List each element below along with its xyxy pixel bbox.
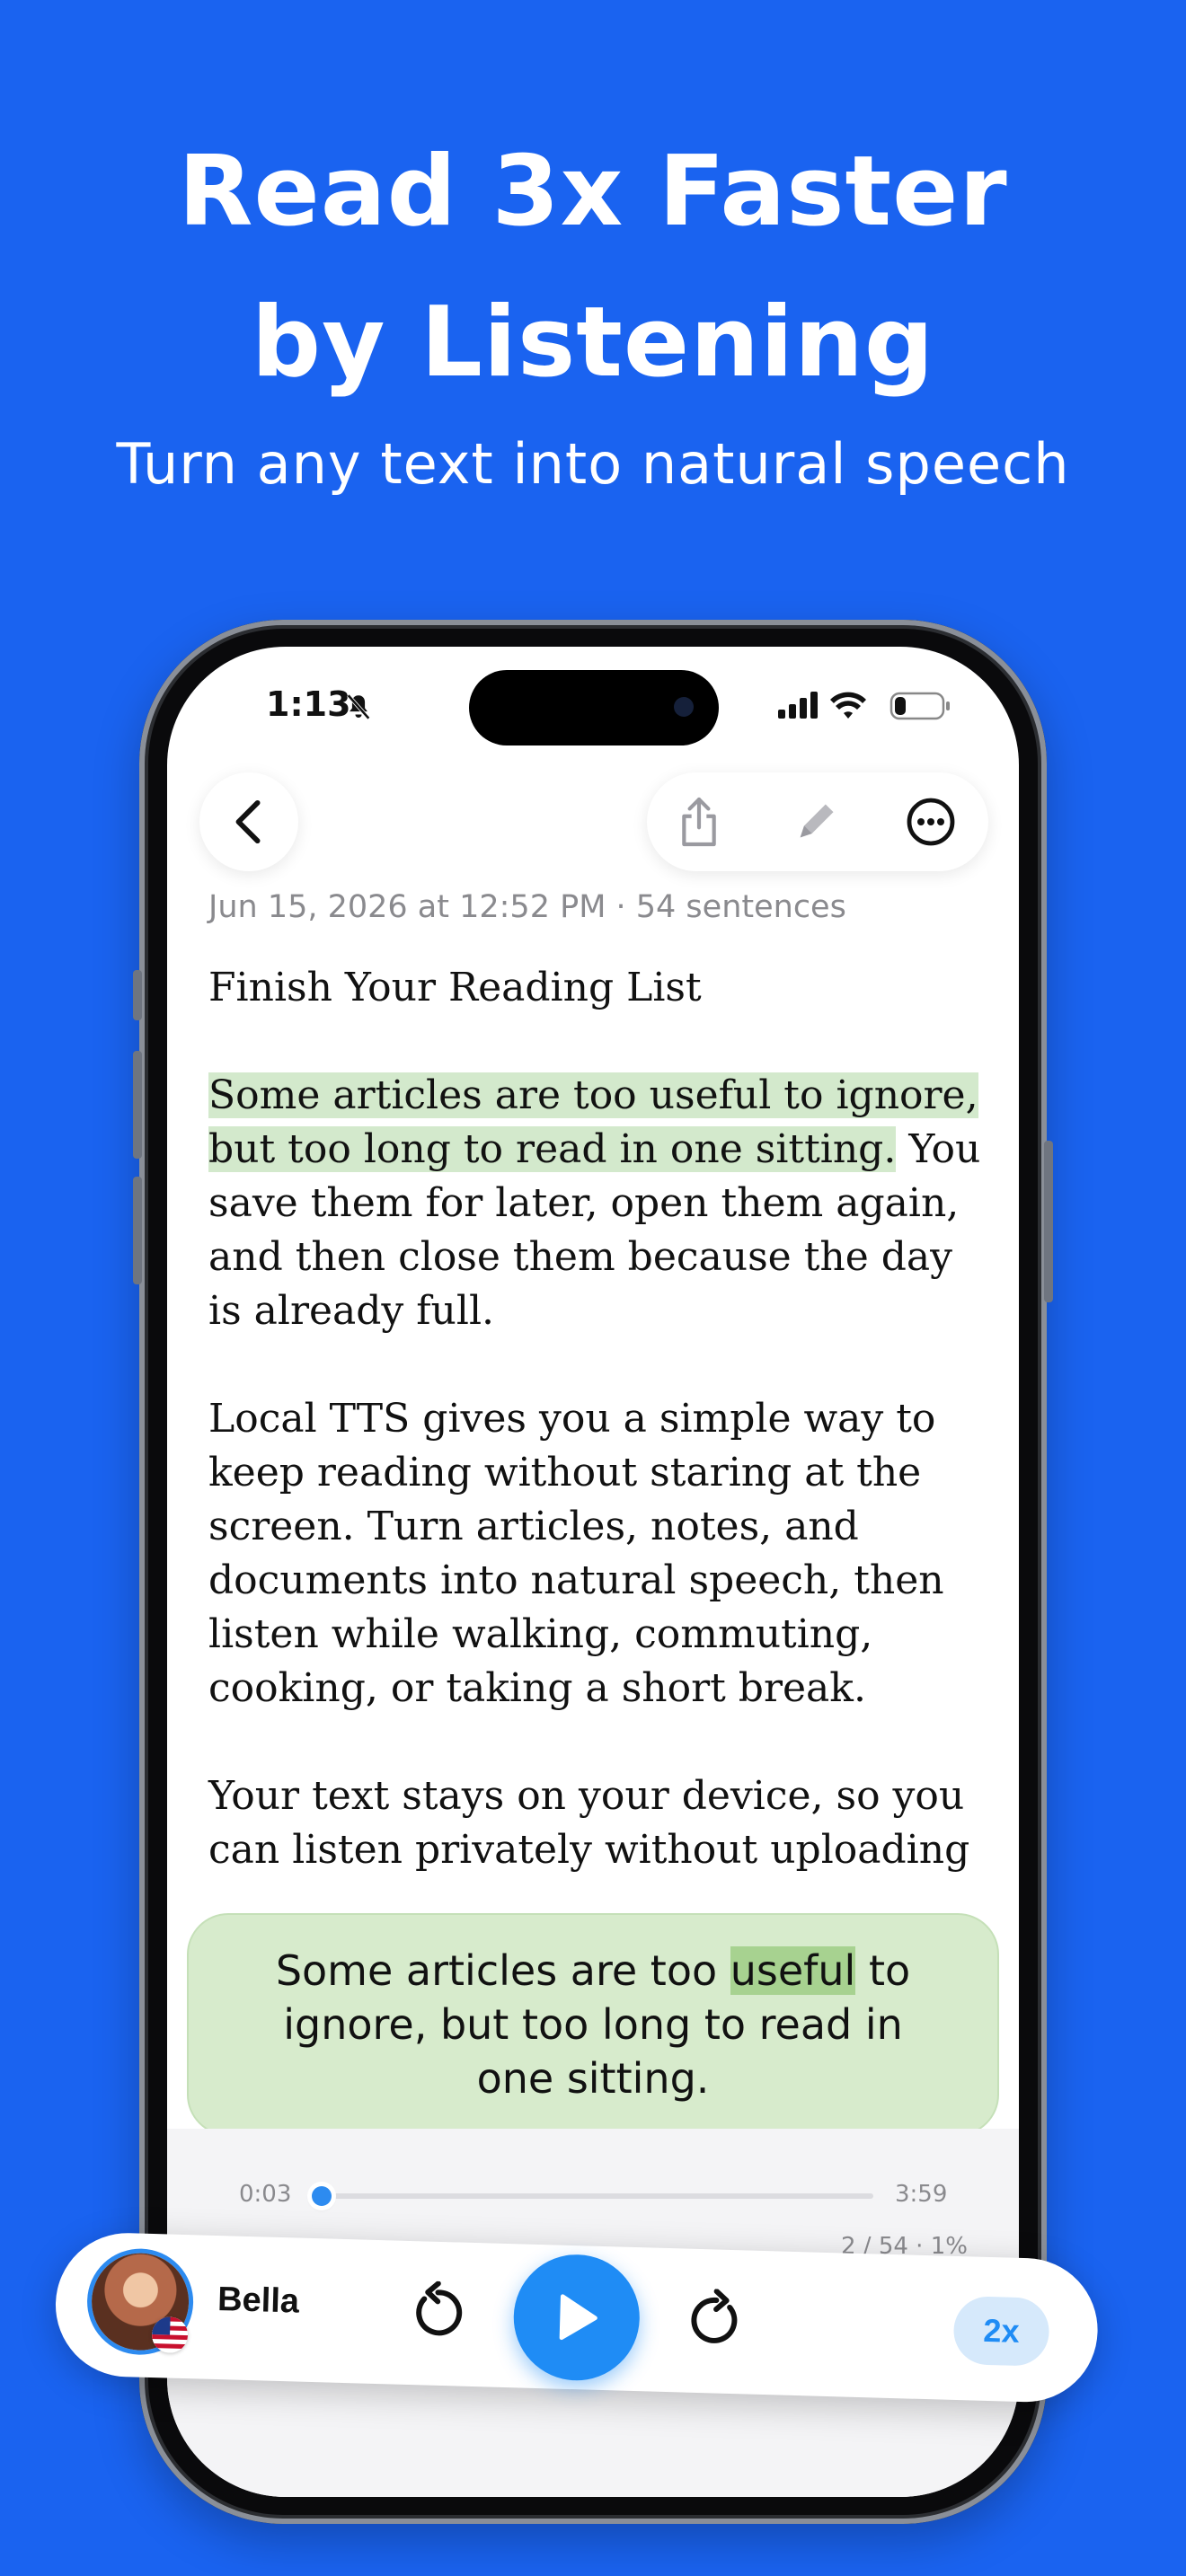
cellular-signal-icon (778, 692, 818, 719)
battery-icon (890, 692, 950, 720)
dynamic-island (469, 670, 719, 745)
phone-volume-up-button (133, 1051, 142, 1159)
speed-button[interactable]: 2x (952, 2295, 1050, 2367)
document-title: Finish Your Reading List (208, 965, 702, 1010)
voice-name[interactable]: Bella (217, 2280, 300, 2322)
rewind-icon (416, 2280, 463, 2336)
back-chevron-icon (235, 799, 261, 844)
bell-muted-icon (347, 693, 370, 720)
document-body[interactable]: Finish Your Reading List Some articles a… (208, 961, 990, 1931)
forward-button[interactable] (684, 2289, 748, 2353)
phone-screen: 1:13 Jun 15, 2026 at 12:52 PM · 54 sente… (167, 647, 1019, 2497)
promo-title: Read 3x Faster by Listening (0, 117, 1186, 419)
share-button[interactable] (672, 795, 726, 849)
status-icons (778, 692, 950, 720)
promo-title-line1: Read 3x Faster (178, 136, 1008, 248)
more-icon (907, 798, 955, 846)
elapsed-time: 0:03 (239, 2181, 292, 2208)
more-button[interactable] (904, 795, 958, 849)
promo-subtitle: Turn any text into natural speech (116, 431, 1070, 497)
back-button[interactable] (199, 772, 298, 871)
paragraph-1: Some articles are too useful to ignore, … (208, 1069, 990, 1338)
phone-volume-down-button (133, 1177, 142, 1284)
caption-current-word: useful (730, 1946, 856, 1995)
promo-title-line2: by Listening (251, 287, 935, 399)
rewind-button[interactable] (405, 2280, 470, 2345)
document-meta: Jun 15, 2026 at 12:52 PM · 54 sentences (208, 889, 846, 925)
forward-icon (691, 2289, 738, 2343)
toolbar-actions (647, 772, 988, 871)
phone-side-button (1044, 1141, 1053, 1302)
wifi-icon (830, 692, 866, 719)
edit-button[interactable] (789, 795, 843, 849)
paragraph-2: Local TTS gives you a simple way to keep… (208, 1396, 944, 1711)
live-caption: Some articles are too useful to ignore, … (189, 1915, 997, 2134)
share-icon (682, 797, 716, 847)
phone-action-button (133, 970, 142, 1020)
total-duration: 3:59 (895, 2181, 948, 2208)
paragraph-3: Your text stays on your device, so you c… (208, 1773, 970, 1873)
us-flag-icon (151, 2316, 189, 2354)
play-button[interactable] (511, 2253, 642, 2383)
player-controls: Bella 2x (53, 2231, 1100, 2404)
caption-before: Some articles are too (275, 1946, 730, 1995)
progress-track[interactable] (316, 2193, 873, 2199)
pencil-icon (800, 804, 834, 838)
play-icon (559, 2294, 597, 2341)
status-time: 1:13 (266, 684, 351, 724)
current-sentence-highlight: Some articles are too useful to ignore, … (208, 1072, 978, 1172)
